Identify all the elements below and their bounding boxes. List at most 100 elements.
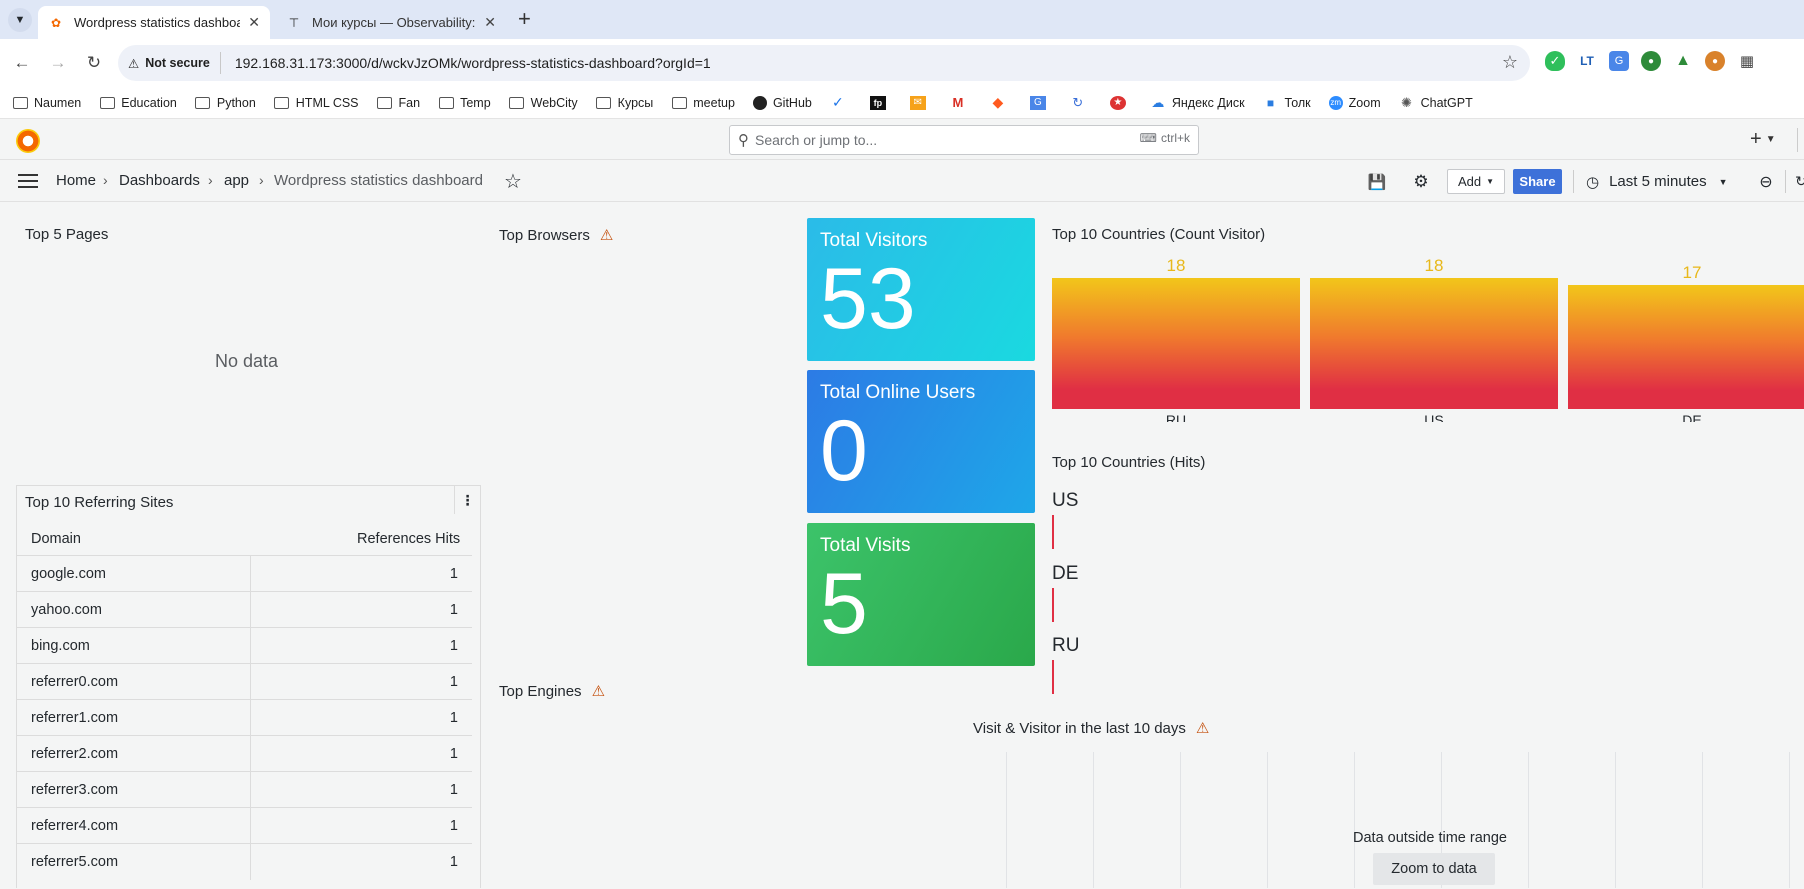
bookmark-icon-only[interactable]: G — [1029, 95, 1052, 110]
bookmark-icon-only[interactable]: ✉ — [909, 95, 932, 110]
refresh-icon[interactable]: ↻ — [1795, 169, 1804, 194]
browser-tab-strip: ▼ ✿ Wordpress statistics dashboard ✕ ⊤ М… — [0, 0, 1804, 39]
tab-title: Мои курсы — Observability: мо — [312, 15, 476, 30]
country-bar[interactable] — [1310, 278, 1558, 409]
bookmark-yandex-disk[interactable]: ☁ Яндекс Диск — [1150, 95, 1245, 110]
green-extension-icon[interactable]: ● — [1641, 51, 1661, 71]
table-row[interactable]: bing.com 1 — [17, 627, 472, 664]
bookmark-folder[interactable]: HTML CSS — [274, 96, 359, 110]
bookmark-github[interactable]: GitHub — [752, 95, 812, 110]
stat-total-online-users[interactable]: Total Online Users 0 — [807, 370, 1035, 513]
country-bar[interactable] — [1052, 278, 1300, 409]
bookmark-folder[interactable]: WebCity — [509, 96, 578, 110]
shortcut-label: ctrl+k — [1160, 131, 1190, 145]
table-row[interactable]: referrer1.com 1 — [17, 699, 472, 736]
cell-domain: referrer3.com — [31, 782, 119, 798]
tab-title: Wordpress statistics dashboard — [74, 15, 241, 30]
tree-extension-icon[interactable]: ▲ — [1673, 51, 1693, 71]
hits-bar[interactable] — [1052, 660, 1054, 694]
bookmark-folder[interactable]: Fan — [377, 96, 420, 110]
hits-bar[interactable] — [1052, 588, 1054, 622]
menu-hamburger-icon[interactable] — [18, 174, 38, 188]
forward-icon[interactable]: → — [46, 51, 70, 75]
settings-gear-icon[interactable]: ⚙ — [1410, 169, 1432, 194]
bookmark-folder[interactable]: Education — [99, 96, 177, 110]
bookmark-folder[interactable]: meetup — [671, 96, 735, 110]
table-row[interactable]: referrer3.com 1 — [17, 771, 472, 808]
hits-bar[interactable] — [1052, 515, 1054, 549]
bookmark-label: Яндекс Диск — [1171, 95, 1245, 110]
bookmark-tolk[interactable]: ■ Толк — [1263, 96, 1311, 110]
cell-hits: 1 — [449, 566, 458, 582]
bookmark-icon-only[interactable]: M — [950, 95, 972, 110]
warning-icon[interactable]: ⚠ — [600, 226, 613, 244]
table-row[interactable]: google.com 1 — [17, 555, 472, 592]
column-header-hits[interactable]: References Hits — [357, 531, 460, 547]
zoom-to-data-button[interactable]: Zoom to data — [1373, 853, 1495, 885]
grafana-logo-icon[interactable] — [16, 129, 40, 153]
warning-icon[interactable]: ⚠ — [592, 682, 605, 700]
breadcrumb-folder[interactable]: app — [224, 172, 249, 189]
lt-extension-icon[interactable]: LT — [1577, 51, 1597, 71]
bear-extension-icon[interactable]: ● — [1705, 51, 1725, 71]
back-icon[interactable]: ← — [10, 51, 34, 75]
bookmark-folder[interactable]: Курсы — [596, 96, 653, 110]
bookmark-icon-only[interactable]: ✓ — [830, 94, 852, 110]
panel-menu-icon[interactable]: ⋮ — [454, 486, 480, 514]
bookmark-icon-only[interactable]: fp — [869, 95, 892, 110]
grid-line — [1093, 752, 1094, 888]
stat-total-visitors[interactable]: Total Visitors 53 — [807, 218, 1035, 361]
grafana-favicon-icon: ✿ — [50, 15, 62, 30]
table-row[interactable]: yahoo.com 1 — [17, 591, 472, 628]
shield-extension-icon[interactable]: ✓ — [1545, 51, 1565, 71]
table-row[interactable]: referrer4.com 1 — [17, 807, 472, 844]
close-tab-icon[interactable]: ✕ — [484, 14, 496, 31]
address-bar[interactable]: ⚠ Not secure 192.168.31.173:3000/d/wckvJ… — [118, 45, 1530, 81]
github-icon — [752, 95, 767, 110]
warning-icon[interactable]: ⚠ — [1196, 719, 1209, 737]
save-dashboard-icon[interactable]: 💾 — [1366, 169, 1388, 194]
tab-search-button[interactable]: ▼ — [8, 8, 32, 32]
warning-icon: ⚠ — [128, 56, 140, 71]
new-menu-button[interactable]: + ▼ — [1750, 128, 1776, 151]
breadcrumb-home[interactable]: Home — [56, 172, 96, 189]
time-range-picker[interactable]: ◷ Last 5 minutes ▼ — [1586, 169, 1738, 194]
favorite-star-icon[interactable]: ☆ — [504, 169, 522, 194]
zoom-out-icon[interactable]: ⊖ — [1755, 169, 1777, 194]
table-row[interactable]: referrer5.com 1 — [17, 843, 472, 880]
chevron-down-icon: ▼ — [1486, 177, 1495, 186]
bookmark-chatgpt[interactable]: ✺ ChatGPT — [1399, 95, 1473, 110]
bookmark-folder[interactable]: Python — [195, 96, 256, 110]
bookmark-zoom[interactable]: zm Zoom — [1328, 95, 1381, 110]
security-indicator[interactable]: ⚠ Not secure — [128, 52, 221, 74]
bar-category-label: RU — [1165, 412, 1187, 422]
search-input[interactable]: ⚲ Search or jump to... ⌨ ctrl+k — [729, 125, 1199, 155]
cell-hits: 1 — [449, 746, 458, 762]
table-row[interactable]: referrer0.com 1 — [17, 663, 472, 700]
bookmark-icon-only[interactable]: ↻ — [1070, 95, 1092, 110]
add-button[interactable]: Add ▼ — [1447, 169, 1505, 194]
new-tab-button[interactable]: + — [518, 6, 531, 32]
bookmark-icon-only[interactable]: ★ — [1109, 95, 1132, 110]
bookmark-icon-only[interactable]: ◆ — [990, 94, 1012, 110]
cell-domain: referrer1.com — [31, 710, 119, 726]
extensions-puzzle-icon[interactable]: ▦ — [1737, 51, 1757, 71]
bookmark-folder[interactable]: Temp — [438, 96, 491, 110]
bookmark-folder[interactable]: Naumen — [12, 96, 81, 110]
column-header-domain[interactable]: Domain — [31, 531, 81, 547]
check-icon: ✓ — [831, 94, 844, 110]
browser-tab[interactable]: ⊤ Мои курсы — Observability: мо ✕ — [276, 6, 506, 39]
browser-tab-active[interactable]: ✿ Wordpress statistics dashboard ✕ — [38, 6, 270, 39]
stat-total-visits[interactable]: Total Visits 5 — [807, 523, 1035, 666]
table-row[interactable]: referrer2.com 1 — [17, 735, 472, 772]
panel-title-text: Top 10 Countries (Hits) — [1052, 454, 1206, 471]
close-tab-icon[interactable]: ✕ — [248, 14, 260, 31]
share-button[interactable]: Share — [1513, 169, 1562, 194]
folder-icon — [274, 96, 290, 109]
breadcrumb-separator-icon: › — [259, 172, 264, 188]
reload-icon[interactable]: ↻ — [82, 51, 106, 75]
breadcrumb-dashboards[interactable]: Dashboards — [119, 172, 200, 189]
country-bar[interactable] — [1568, 285, 1804, 409]
translate-extension-icon[interactable]: G — [1609, 51, 1629, 71]
bookmark-star-icon[interactable]: ☆ — [1502, 52, 1518, 73]
